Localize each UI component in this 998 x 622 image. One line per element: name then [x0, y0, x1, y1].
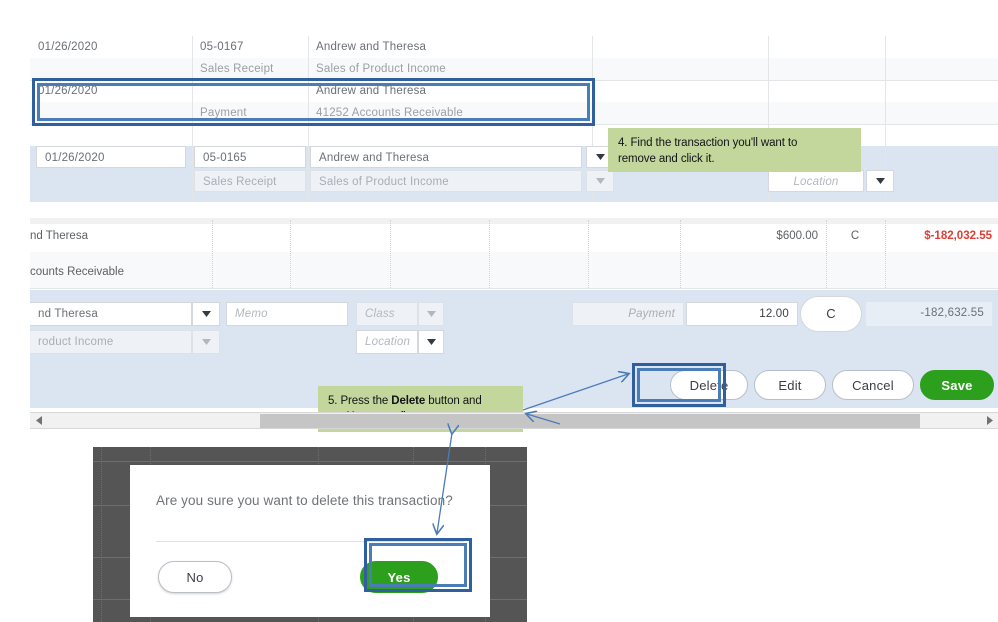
location-field[interactable]: Location: [768, 170, 864, 192]
no-button[interactable]: No: [158, 561, 232, 593]
cell-payee-truncated: nd Theresa: [30, 230, 88, 242]
balance-value: -182,632.55: [866, 302, 992, 326]
backdrop-gridline: [101, 447, 103, 622]
memo-field[interactable]: Memo: [226, 302, 348, 326]
chevron-down-icon[interactable]: [586, 170, 614, 192]
scrollbar-thumb[interactable]: [260, 414, 920, 428]
cell-account-truncated: counts Receivable: [30, 266, 124, 278]
status-toggle[interactable]: C: [800, 296, 862, 332]
column-divider: [680, 220, 682, 288]
amount-field[interactable]: 12.00: [686, 302, 798, 326]
type-field[interactable]: Sales Receipt: [194, 170, 306, 192]
cell-payee: Andrew and Theresa: [316, 41, 427, 53]
cell-amount: $600.00: [776, 230, 818, 242]
column-divider: [588, 220, 590, 288]
scroll-right-arrow-icon[interactable]: [981, 413, 998, 428]
transaction-register-middle: nd Theresa counts Receivable $600.00 C $…: [30, 218, 998, 290]
location-field[interactable]: Location: [356, 330, 418, 354]
callout-step-4-line2: remove and click it.: [618, 153, 715, 165]
chevron-down-icon[interactable]: [192, 330, 220, 354]
scroll-gap: [30, 218, 998, 224]
screenshot-stage: 01/26/2020 05-0167 Andrew and Theresa Sa…: [0, 0, 998, 622]
delete-confirmation-dialog: Are you sure you want to delete this tra…: [130, 465, 490, 617]
callout-step-4-line1: 4. Find the transaction you'll want to: [618, 137, 798, 149]
column-divider: [885, 220, 887, 288]
class-field[interactable]: Class: [356, 302, 418, 326]
column-divider: [212, 220, 214, 288]
save-button[interactable]: Save: [920, 370, 994, 400]
chevron-down-icon[interactable]: [866, 170, 894, 192]
cell-ref: 05-0167: [200, 41, 244, 53]
cancel-button[interactable]: Cancel: [832, 370, 914, 400]
date-field[interactable]: 01/26/2020: [36, 146, 186, 168]
cell-account: 41252 Accounts Receivable: [316, 107, 463, 119]
cell-status: C: [850, 230, 860, 242]
row-divider: [30, 124, 998, 125]
cell-account: Sales of Product Income: [316, 63, 446, 75]
table-row-highlighted[interactable]: 01/26/2020 Andrew and Theresa Payment 41…: [30, 80, 998, 124]
payee-field[interactable]: Andrew and Theresa: [310, 146, 582, 168]
cell-balance: $-182,032.55: [924, 230, 992, 242]
column-divider: [826, 220, 828, 288]
transaction-register-top: 01/26/2020 05-0167 Andrew and Theresa Sa…: [30, 36, 998, 202]
yes-button[interactable]: Yes: [360, 561, 438, 593]
table-row[interactable]: 01/26/2020 05-0167 Andrew and Theresa Sa…: [30, 36, 998, 80]
chevron-down-icon[interactable]: [192, 302, 220, 326]
edit-button[interactable]: Edit: [754, 370, 826, 400]
cell-type: Sales Receipt: [200, 63, 274, 75]
dialog-divider: [156, 541, 464, 542]
callout-step-5-line1: 5. Press the Delete button and: [328, 395, 482, 407]
horizontal-scrollbar[interactable]: [30, 412, 998, 429]
scroll-left-arrow-icon[interactable]: [30, 413, 47, 428]
callout-step-4: 4. Find the transaction you'll want to r…: [608, 128, 861, 172]
chevron-down-icon[interactable]: [418, 330, 444, 354]
cell-type: Payment: [200, 107, 247, 119]
cell-payee: Andrew and Theresa: [316, 85, 427, 97]
cell-date: 01/26/2020: [38, 85, 98, 97]
ref-field[interactable]: 05-0165: [194, 146, 306, 168]
chevron-down-icon[interactable]: [418, 302, 444, 326]
payment-field[interactable]: Payment: [572, 302, 684, 326]
account-field-truncated[interactable]: roduct Income: [30, 330, 192, 354]
cell-date: 01/26/2020: [38, 41, 98, 53]
backdrop-gridline: [93, 461, 527, 462]
column-divider: [489, 220, 491, 288]
column-divider: [390, 220, 392, 288]
column-divider: [290, 220, 292, 288]
dialog-message: Are you sure you want to delete this tra…: [156, 493, 453, 508]
delete-button[interactable]: Delete: [670, 370, 748, 400]
payee-field-truncated[interactable]: nd Theresa: [30, 302, 192, 326]
row-divider: [30, 288, 998, 289]
account-field[interactable]: Sales of Product Income: [310, 170, 582, 192]
